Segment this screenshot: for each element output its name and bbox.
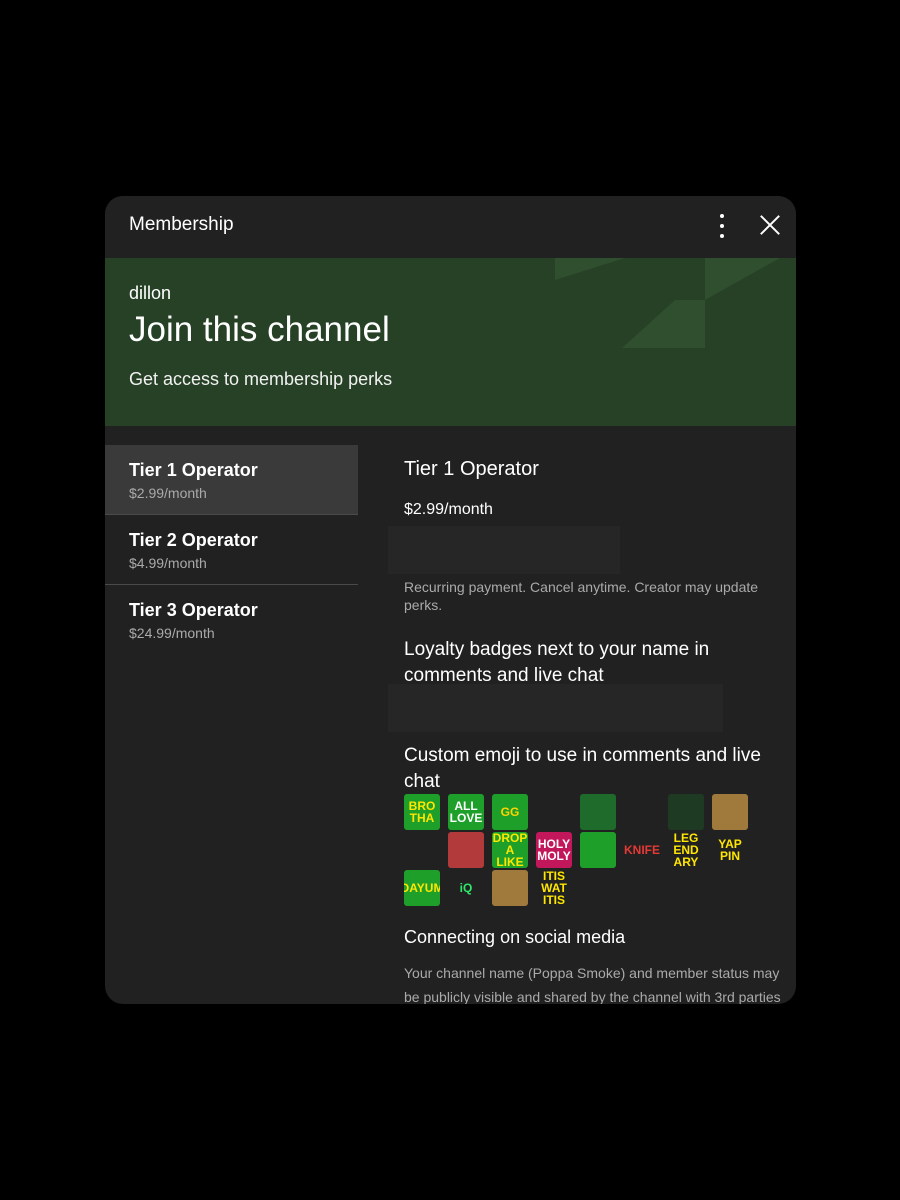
tier-name: Tier 1 Operator [129, 460, 258, 480]
emoji-item: BRO THA [404, 794, 440, 830]
emoji-item [448, 832, 484, 868]
loyalty-perk: Loyalty badges next to your name in comm… [404, 639, 710, 686]
emoji-item [492, 870, 528, 906]
emoji-item: [KNIFE] [624, 832, 660, 868]
emoji-item: DAYUM [404, 870, 440, 906]
perks-subtitle: Get access to membership perks [129, 369, 393, 389]
emoji-item: ITIS WAT ITIS [536, 870, 572, 906]
tier-item-3[interactable]: Tier 3 Operator $24.99/month [105, 585, 358, 654]
payment-note: Recurring payment. Cancel anytime. Creat… [404, 579, 759, 613]
tier-list: Tier 1 Operator $2.99/month Tier 2 Opera… [105, 445, 358, 654]
tier-price: $2.99/month [129, 485, 207, 501]
emoji-item: LEG END ARY [668, 832, 704, 868]
detail-price: $2.99/month [404, 501, 493, 518]
emoji-item: DROP A LIKE [492, 832, 528, 868]
join-title: Join this channel [129, 310, 390, 349]
tier-item-2[interactable]: Tier 2 Operator $4.99/month [105, 515, 358, 585]
detail-tier-name: Tier 1 Operator [404, 458, 539, 480]
emoji-item [404, 832, 440, 868]
tier-name: Tier 2 Operator [129, 530, 258, 550]
emoji-item: GG [492, 794, 528, 830]
tier-price: $24.99/month [129, 625, 215, 641]
tier-price: $4.99/month [129, 555, 207, 571]
emoji-item: iQ [448, 870, 484, 906]
emoji-item [624, 794, 660, 830]
emoji-item: YAP PIN [712, 832, 748, 868]
channel-banner: dillon Join this channel Get access to m… [105, 258, 796, 426]
placeholder-block [388, 684, 723, 732]
emoji-item [536, 794, 572, 830]
more-vert-icon[interactable] [705, 206, 739, 246]
channel-name: dillon [129, 283, 172, 303]
emoji-item [580, 794, 616, 830]
tier-item-1[interactable]: Tier 1 Operator $2.99/month [105, 445, 358, 515]
tier-name: Tier 3 Operator [129, 600, 258, 620]
emoji-item [668, 794, 704, 830]
social-heading: Connecting on social media [404, 927, 626, 947]
emoji-item [712, 794, 748, 830]
membership-dialog: Membership dillon Join this channel Get … [105, 196, 796, 1004]
placeholder-block [388, 526, 620, 574]
dialog-title: Membership [129, 214, 234, 235]
emoji-item: ALL LOVE [448, 794, 484, 830]
emoji-perk-heading: Custom emoji to use in comments and live… [404, 745, 761, 792]
emoji-item: HOLY MOLY [536, 832, 572, 868]
emoji-item [580, 832, 616, 868]
dialog-header: Membership [105, 196, 796, 258]
close-icon[interactable] [753, 208, 787, 242]
social-text: Your channel name (Poppa Smoke) and memb… [404, 965, 781, 1004]
